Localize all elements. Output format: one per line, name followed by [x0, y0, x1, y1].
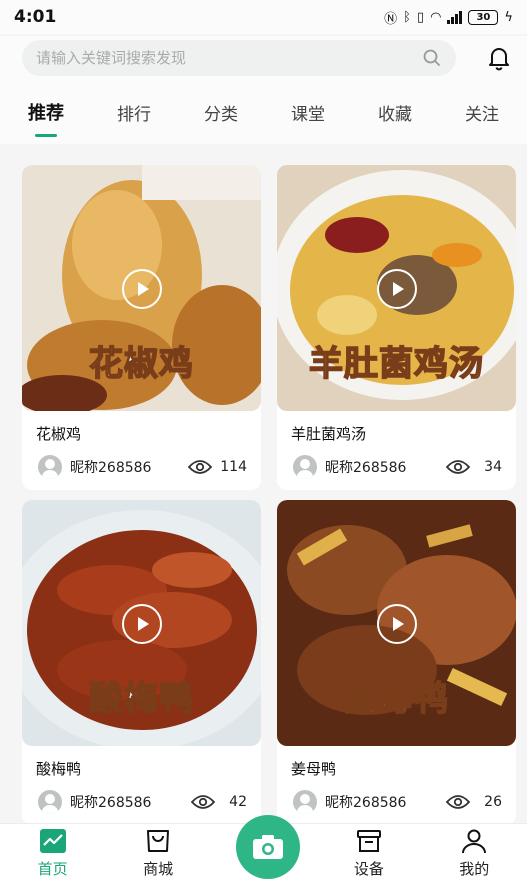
author-name[interactable]: 昵称268586 — [325, 457, 446, 477]
nav-mall-label: 商城 — [143, 860, 174, 878]
recipe-title: 姜母鸭 — [291, 760, 337, 778]
tab-ranking[interactable]: 排行 — [107, 94, 161, 131]
eye-icon — [188, 460, 213, 474]
tab-recommend[interactable]: 推荐 — [18, 93, 74, 131]
recipe-card[interactable]: 姜母鸭 姜母鸭 昵称268586 26 — [277, 500, 516, 825]
search-icon[interactable] — [422, 48, 442, 68]
status-bar: 4:01 Ⓝ ᛒ ▯ ◠ 30 ϟ — [0, 0, 527, 34]
view-count: 42 — [229, 794, 247, 810]
recipe-meta: 昵称268586 114 — [22, 445, 261, 479]
eye-icon — [446, 460, 470, 474]
recipe-thumbnail[interactable]: 酸梅鸭 — [22, 500, 261, 746]
status-icons: Ⓝ ᛒ ▯ ◠ 30 ϟ — [384, 8, 513, 27]
avatar[interactable] — [293, 790, 317, 814]
view-count: 26 — [484, 794, 502, 810]
play-icon[interactable] — [121, 604, 162, 644]
eye-icon — [191, 795, 215, 809]
search-bar[interactable] — [22, 40, 456, 76]
camera-icon — [253, 835, 283, 859]
wifi-icon: ◠ — [430, 9, 442, 25]
avatar[interactable] — [38, 455, 62, 479]
recipe-thumbnail[interactable]: 姜母鸭 — [277, 500, 516, 746]
bell-icon[interactable] — [485, 44, 513, 72]
recipe-card[interactable]: 酸梅鸭 酸梅鸭 昵称268586 42 — [22, 500, 261, 825]
avatar[interactable] — [293, 455, 317, 479]
play-icon[interactable] — [376, 269, 417, 309]
home-chart-icon — [39, 829, 66, 853]
recipe-overlay-title: 酸梅鸭 — [88, 678, 194, 720]
search-input[interactable] — [36, 49, 422, 67]
recipe-card[interactable]: 羊肚菌鸡汤 羊肚菌鸡汤 昵称268586 34 — [277, 165, 516, 490]
nav-profile-label: 我的 — [459, 860, 490, 878]
recipe-overlay-title: 羊肚菌鸡汤 — [308, 343, 484, 385]
tab-category[interactable]: 分类 — [194, 94, 248, 131]
view-count: 34 — [484, 459, 502, 475]
eye-icon — [446, 795, 470, 809]
nav-profile[interactable]: 我的 — [439, 828, 509, 879]
search-row — [0, 36, 527, 80]
recipe-title: 羊肚菌鸡汤 — [291, 425, 367, 443]
author-name[interactable]: 昵称268586 — [70, 792, 191, 812]
tab-following[interactable]: 关注 — [455, 94, 509, 131]
recipe-overlay-title: 花椒鸡 — [88, 343, 194, 385]
view-count: 114 — [220, 459, 247, 475]
status-time: 4:01 — [14, 7, 57, 27]
nav-mall[interactable]: 商城 — [123, 828, 193, 879]
shopping-bag-icon — [147, 830, 170, 852]
signal-icon — [447, 10, 463, 24]
recipe-title: 酸梅鸭 — [36, 760, 82, 778]
tab-favorites[interactable]: 收藏 — [368, 94, 422, 131]
avatar[interactable] — [38, 790, 62, 814]
recipe-title: 花椒鸡 — [36, 425, 82, 443]
charging-icon: ϟ — [504, 9, 513, 25]
recipe-meta: 昵称268586 26 — [277, 780, 516, 814]
nav-home-label: 首页 — [37, 860, 68, 878]
recipe-thumbnail[interactable]: 羊肚菌鸡汤 — [277, 165, 516, 411]
camera-button[interactable] — [236, 815, 300, 879]
battery-icon: 30 — [468, 9, 499, 25]
author-name[interactable]: 昵称268586 — [325, 792, 446, 812]
author-name[interactable]: 昵称268586 — [70, 457, 188, 477]
tab-classroom[interactable]: 课堂 — [281, 94, 335, 131]
nav-device[interactable]: 设备 — [334, 828, 404, 879]
recipe-meta: 昵称268586 42 — [22, 780, 261, 814]
bluetooth-icon: ᛒ — [403, 9, 411, 25]
recipe-card[interactable]: 花椒鸡 花椒鸡 昵称268586 114 — [22, 165, 261, 490]
category-tabs: 推荐 排行 分类 课堂 收藏 关注 — [0, 80, 527, 144]
nav-home[interactable]: 首页 — [18, 828, 88, 879]
recipe-meta: 昵称268586 34 — [277, 445, 516, 479]
recipe-overlay-title: 姜母鸭 — [343, 678, 449, 720]
play-icon[interactable] — [376, 604, 417, 644]
profile-icon — [462, 829, 487, 854]
recipe-thumbnail[interactable]: 花椒鸡 — [22, 165, 261, 411]
device-box-icon — [356, 830, 381, 852]
nav-device-label: 设备 — [353, 860, 384, 878]
play-icon[interactable] — [121, 269, 162, 309]
vibrate-icon: ▯ — [416, 9, 425, 25]
nfc-icon: Ⓝ — [384, 11, 398, 27]
recipe-grid: 花椒鸡 花椒鸡 昵称268586 114 羊肚菌鸡汤 羊肚菌鸡汤 昵称26858… — [22, 165, 516, 825]
